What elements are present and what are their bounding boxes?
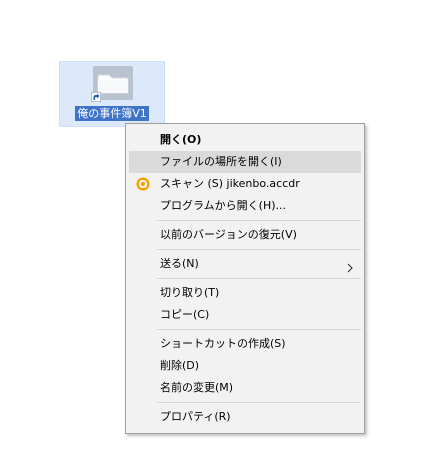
menu-item-label: ショートカットの作成(S) [160,337,286,350]
menu-item-label: 送る(N) [160,257,199,270]
menu-item-send-to[interactable]: 送る(N) [129,253,361,275]
menu-item-label: 削除(D) [160,359,200,372]
menu-separator [157,220,361,221]
menu-separator [157,402,361,403]
menu-item-label: コピー(C) [160,308,210,321]
menu-item-label: プログラムから開く(H)... [160,199,287,212]
desktop-icon-label-text: 俺の事件簿V1 [75,106,149,121]
menu-item-label: 名前の変更(M) [160,381,234,394]
desktop[interactable]: 俺の事件簿V1 開く(O) ファイルの場所を開く(I) スキャン (S) jik… [0,0,425,450]
menu-item-scan[interactable]: スキャン (S) jikenbo.accdr [129,173,361,195]
menu-item-label: 開く(O) [160,133,202,146]
menu-item-open-file-location[interactable]: ファイルの場所を開く(I) [129,151,361,173]
context-menu: 開く(O) ファイルの場所を開く(I) スキャン (S) jikenbo.acc… [125,123,365,434]
desktop-icon-label: 俺の事件簿V1 [62,106,162,122]
chevron-right-icon [347,259,353,273]
menu-separator [157,278,361,279]
menu-item-rename[interactable]: 名前の変更(M) [129,377,361,399]
menu-item-label: 切り取り(T) [160,286,220,299]
menu-item-label: 以前のバージョンの復元(V) [160,228,297,241]
menu-item-delete[interactable]: 削除(D) [129,355,361,377]
menu-item-restore-previous-versions[interactable]: 以前のバージョンの復元(V) [129,224,361,246]
menu-item-cut[interactable]: 切り取り(T) [129,282,361,304]
menu-item-open[interactable]: 開く(O) [129,129,361,151]
desktop-shortcut-item[interactable]: 俺の事件簿V1 [59,61,165,127]
menu-item-copy[interactable]: コピー(C) [129,304,361,326]
menu-item-label: ファイルの場所を開く(I) [160,155,282,168]
menu-item-properties[interactable]: プロパティ(R) [129,406,361,428]
menu-separator [157,329,361,330]
menu-separator [157,249,361,250]
menu-item-label: スキャン (S) jikenbo.accdr [160,177,300,190]
antivirus-scan-icon [136,177,150,191]
menu-item-open-with[interactable]: プログラムから開く(H)... [129,195,361,217]
menu-item-create-shortcut[interactable]: ショートカットの作成(S) [129,333,361,355]
shortcut-arrow-icon [90,87,102,103]
menu-item-label: プロパティ(R) [160,410,231,423]
